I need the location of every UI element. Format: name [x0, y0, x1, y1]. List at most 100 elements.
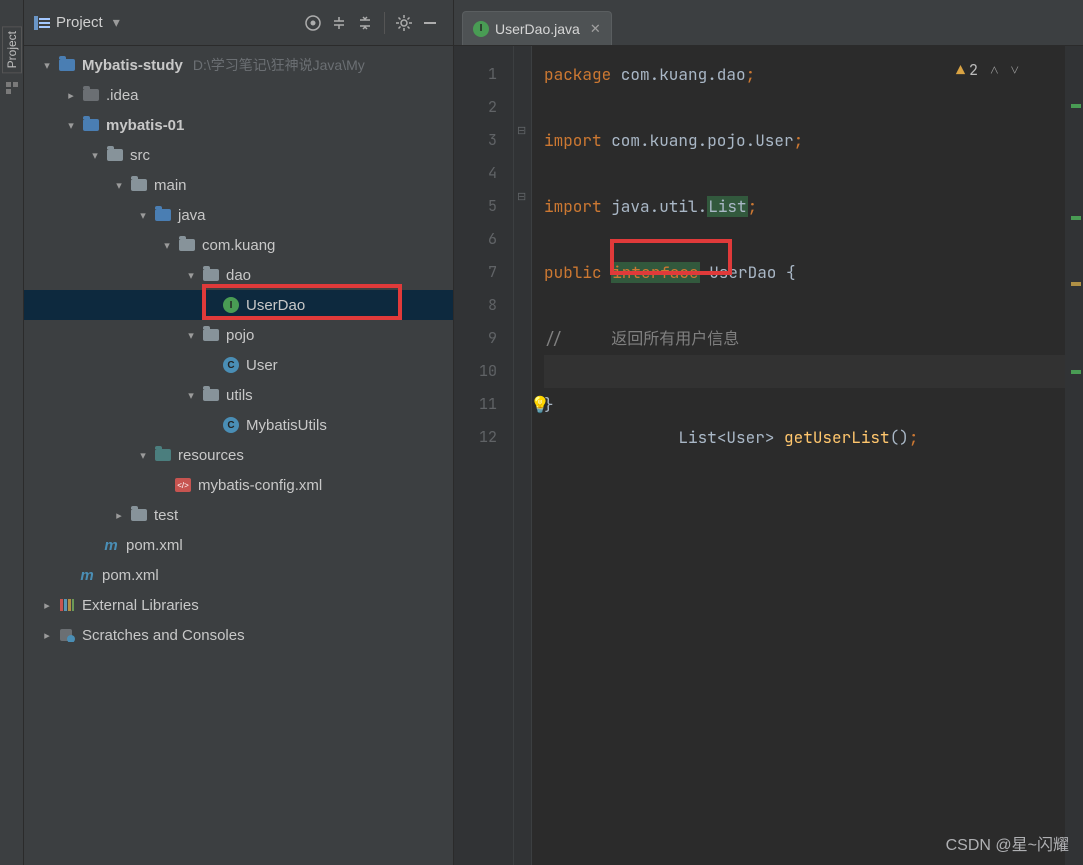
tree-label: MybatisUtils [246, 417, 327, 434]
interface-icon: I [473, 21, 489, 37]
structure-tool-icon[interactable] [3, 79, 21, 97]
line-number: 9 [454, 322, 497, 355]
tree-label: pojo [226, 327, 254, 344]
toolbar-divider [384, 12, 385, 34]
tree-label: com.kuang [202, 237, 275, 254]
scratches-icon [58, 626, 76, 644]
line-number: 11 [454, 388, 497, 421]
tree-label: Scratches and Consoles [82, 627, 245, 644]
tree-mybatis-config[interactable]: </> mybatis-config.xml [24, 470, 453, 500]
project-panel: Project ▾ ▾ M [24, 0, 454, 865]
tree-label: main [154, 177, 187, 194]
tree-userdao[interactable]: I UserDao [24, 290, 453, 320]
tree-label: External Libraries [82, 597, 199, 614]
tree-mybatisutils[interactable]: C MybatisUtils [24, 410, 453, 440]
line-number: 1 [454, 58, 497, 91]
tree-module-01[interactable]: ▾ mybatis-01 [24, 110, 453, 140]
tree-external-libraries[interactable]: ▸ External Libraries [24, 590, 453, 620]
package-icon [178, 236, 196, 254]
editor-tab-userdao[interactable]: I UserDao.java ✕ [462, 11, 612, 45]
maven-icon: m [78, 566, 96, 584]
tree-resources[interactable]: ▾ resources [24, 440, 453, 470]
package-icon [202, 266, 220, 284]
chevron-up-icon[interactable]: ˄ [990, 54, 998, 87]
tree-user[interactable]: C User [24, 350, 453, 380]
tree-label: utils [226, 387, 253, 404]
tree-scratches[interactable]: ▸ Scratches and Consoles [24, 620, 453, 650]
xml-icon: </> [174, 476, 192, 494]
settings-button[interactable] [391, 10, 417, 36]
tree-pom2[interactable]: m pom.xml [24, 560, 453, 590]
tree-label: dao [226, 267, 251, 284]
tree-src[interactable]: ▾ src [24, 140, 453, 170]
source-folder-icon [154, 206, 172, 224]
class-icon: C [222, 416, 240, 434]
line-number: 4 [454, 157, 497, 190]
collapse-all-button[interactable] [352, 10, 378, 36]
tree-dao[interactable]: ▾ dao [24, 260, 453, 290]
fold-marker-icon[interactable]: ⊟ [517, 124, 526, 137]
stripe-mark[interactable] [1071, 104, 1081, 108]
tree-label: pom.xml [102, 567, 159, 584]
resources-folder-icon [154, 446, 172, 464]
expand-all-button[interactable] [326, 10, 352, 36]
line-number: 5 [454, 190, 497, 223]
close-icon[interactable]: ✕ [590, 21, 601, 37]
editor-body: 1 2 3 4 5 6 7 8 9 10 11 12 ⊟ ⊟ package c… [454, 46, 1083, 865]
inspection-badge[interactable]: ▲ 2 ˄ ˅ [956, 54, 1019, 87]
tree-hint: D:\学习笔记\狂神说Java\My [193, 55, 365, 75]
warning-count: 2 [969, 54, 978, 87]
editor-area: I UserDao.java ✕ 1 2 3 4 5 6 7 8 9 10 11… [454, 0, 1083, 865]
tree-label: UserDao [246, 297, 305, 314]
fold-column[interactable]: ⊟ ⊟ [514, 46, 532, 865]
watermark: CSDN @星~闪耀 [946, 831, 1069, 855]
tree-package[interactable]: ▾ com.kuang [24, 230, 453, 260]
tree-pom1[interactable]: m pom.xml [24, 530, 453, 560]
tree-root[interactable]: ▾ Mybatis-study D:\学习笔记\狂神说Java\My [24, 50, 453, 80]
stripe-mark[interactable] [1071, 370, 1081, 374]
folder-icon [82, 86, 100, 104]
tree-label: pom.xml [126, 537, 183, 554]
line-number: 2 [454, 91, 497, 124]
lightbulb-icon[interactable]: 💡 [530, 388, 550, 421]
line-number: 7 [454, 256, 497, 289]
tree-idea[interactable]: ▸ .idea [24, 80, 453, 110]
line-gutter[interactable]: 1 2 3 4 5 6 7 8 9 10 11 12 [454, 46, 514, 865]
tree-label: .idea [106, 87, 139, 104]
error-stripe[interactable] [1065, 46, 1083, 865]
module-icon [58, 56, 76, 74]
editor-tabbar: I UserDao.java ✕ [454, 0, 1083, 46]
stripe-mark[interactable] [1071, 282, 1081, 286]
tree-test[interactable]: ▸ test [24, 500, 453, 530]
tree-label: mybatis-01 [106, 117, 184, 134]
line-number: 12 [454, 421, 497, 454]
tab-label: UserDao.java [495, 21, 580, 37]
code-area[interactable]: package com.kuang.dao; import com.kuang.… [532, 46, 1065, 865]
package-icon [202, 326, 220, 344]
select-opened-file-button[interactable] [300, 10, 326, 36]
stripe-mark[interactable] [1071, 216, 1081, 220]
tree-pojo[interactable]: ▾ pojo [24, 320, 453, 350]
tree-label: java [178, 207, 206, 224]
fold-marker-icon[interactable]: ⊟ [517, 190, 526, 203]
tree-java[interactable]: ▾ java [24, 200, 453, 230]
line-number: 10 [454, 355, 497, 388]
package-icon [202, 386, 220, 404]
project-view-icon [34, 16, 50, 30]
tree-label: test [154, 507, 178, 524]
tree-label: mybatis-config.xml [198, 477, 322, 494]
project-tool-button[interactable]: Project [2, 26, 22, 73]
line-number: 6 [454, 223, 497, 256]
tool-window-ribbon: Project [0, 0, 24, 865]
tree-label: User [246, 357, 278, 374]
chevron-down-icon[interactable]: ▾ [113, 14, 120, 31]
hide-button[interactable] [417, 10, 443, 36]
line-number: 8 [454, 289, 497, 322]
project-tree[interactable]: ▾ Mybatis-study D:\学习笔记\狂神说Java\My ▸ .id… [24, 46, 453, 865]
chevron-down-icon[interactable]: ˅ [1011, 54, 1019, 87]
libraries-icon [58, 596, 76, 614]
tree-utils[interactable]: ▾ utils [24, 380, 453, 410]
project-view-label[interactable]: Project [56, 14, 103, 31]
tree-label: src [130, 147, 150, 164]
tree-main[interactable]: ▾ main [24, 170, 453, 200]
